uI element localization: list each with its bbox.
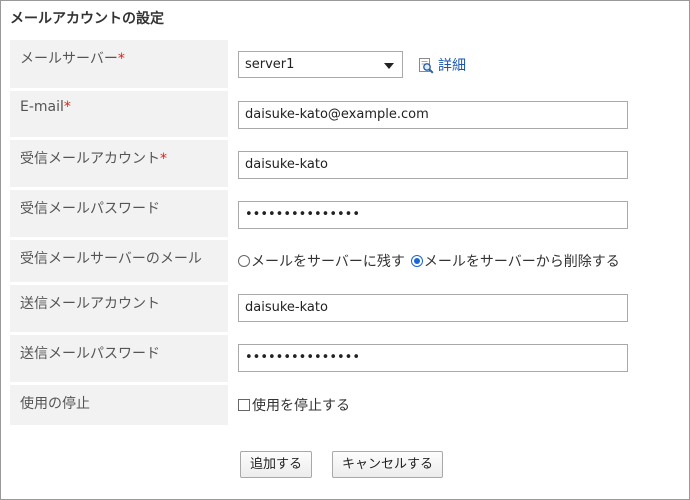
mail-server-select[interactable]: server1: [238, 51, 403, 78]
disable-checkbox[interactable]: [238, 399, 250, 411]
cancel-button[interactable]: キャンセルする: [332, 451, 444, 478]
radio-keep[interactable]: [238, 255, 250, 267]
label-text: E-mail: [20, 99, 64, 115]
required-mark: *: [63, 99, 71, 115]
receive-password-field[interactable]: •••••••••••••••: [238, 201, 628, 229]
detail-link-label: 詳細: [438, 58, 466, 74]
label-text: 送信メールアカウント: [20, 296, 160, 312]
label-text: 受信メールアカウント: [20, 151, 160, 167]
required-mark: *: [160, 151, 167, 167]
radio-delete-option[interactable]: メールをサーバーから削除する: [410, 251, 620, 271]
radio-delete[interactable]: [410, 255, 423, 267]
magnifier-document-icon: [419, 57, 434, 74]
email-field[interactable]: daisuke-kato@example.com: [238, 101, 628, 129]
send-account-field[interactable]: daisuke-kato: [238, 294, 628, 322]
required-mark: *: [117, 51, 125, 67]
select-value: server1: [245, 57, 295, 72]
detail-link[interactable]: 詳細: [418, 55, 466, 75]
label-receive-account: 受信メールアカウント*: [10, 140, 228, 187]
radio-keep-option[interactable]: メールをサーバーに残す: [238, 251, 405, 271]
disable-option[interactable]: 使用を停止する: [238, 395, 350, 415]
label-text: 使用の停止: [20, 396, 90, 412]
label-email: E-mail*: [10, 91, 228, 137]
label-text: 送信メールパスワード: [20, 346, 160, 362]
receive-server-mail-options: メールをサーバーに残す メールをサーバーから削除する: [238, 251, 620, 271]
label-receive-server-mail: 受信メールサーバーのメール: [10, 240, 228, 282]
label-text: 受信メールサーバーのメール: [20, 251, 202, 267]
label-disable: 使用の停止: [10, 385, 228, 425]
label-text: 受信メールパスワード: [20, 201, 160, 217]
receive-account-field[interactable]: daisuke-kato: [238, 151, 628, 179]
label-mail-server: メールサーバー*: [10, 40, 228, 88]
chevron-down-icon: [384, 63, 394, 69]
send-password-field[interactable]: •••••••••••••••: [238, 344, 628, 372]
radio-delete-label: メールをサーバーから削除する: [423, 254, 620, 270]
add-button[interactable]: 追加する: [240, 451, 313, 478]
disable-checkbox-label: 使用を停止する: [252, 398, 350, 414]
label-text: メールサーバー: [20, 51, 118, 67]
radio-keep-label: メールをサーバーに残す: [251, 254, 405, 270]
page-title: メールアカウントの設定: [10, 11, 164, 27]
label-receive-password: 受信メールパスワード: [10, 190, 228, 237]
label-send-password: 送信メールパスワード: [10, 335, 228, 382]
label-send-account: 送信メールアカウント: [10, 285, 228, 332]
